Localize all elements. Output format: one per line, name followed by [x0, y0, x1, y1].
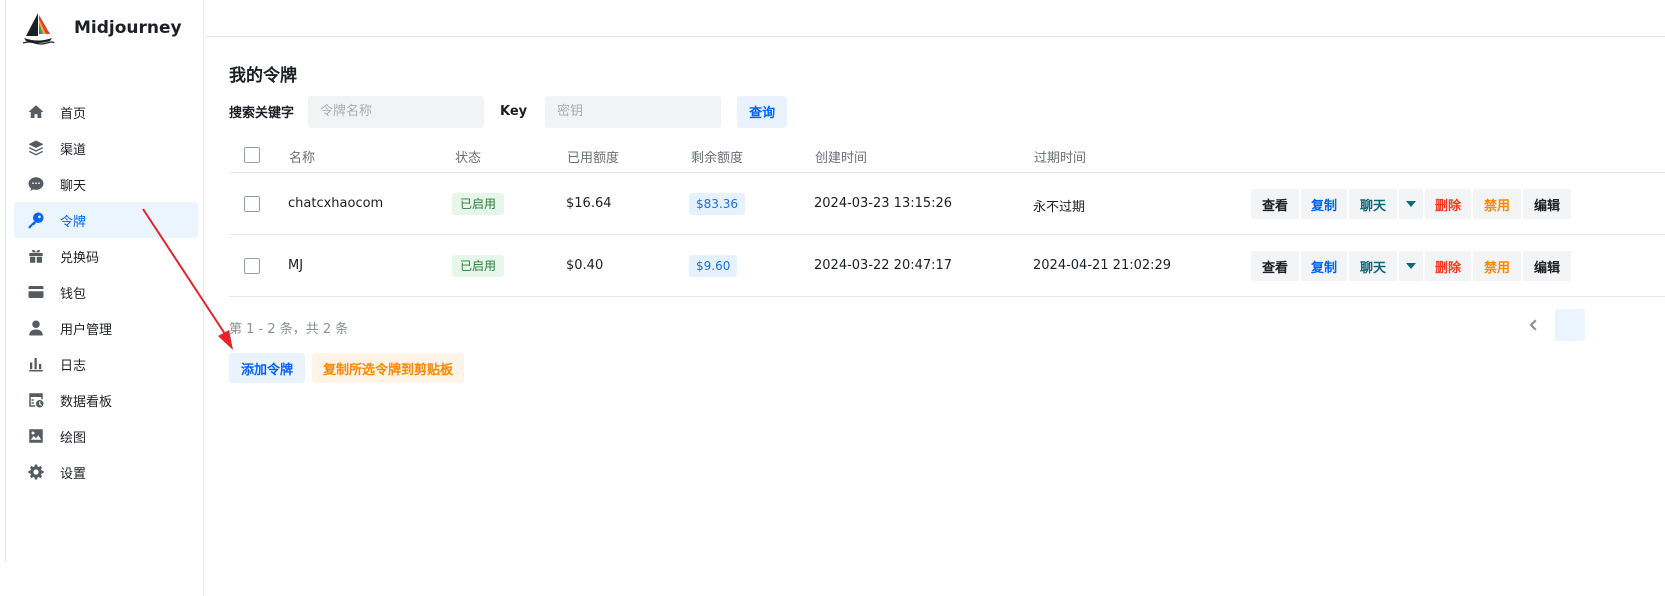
gift-icon — [26, 246, 46, 266]
created-time: 2024-03-22 20:47:17 — [814, 258, 953, 273]
chat-bubble-icon — [26, 174, 46, 194]
column-header-expire-time[interactable]: 过期时间 — [1034, 147, 1086, 166]
sidebar-item-label: 绘图 — [60, 430, 87, 446]
token-name: chatcxhaocom — [288, 196, 384, 211]
chat-dropdown-button[interactable] — [1399, 251, 1423, 281]
token-name-search-input[interactable] — [308, 95, 485, 128]
column-header-used-quota[interactable]: 已用额度 — [567, 147, 619, 166]
chat-dropdown-button[interactable] — [1399, 189, 1423, 219]
column-header-status[interactable]: 状态 — [455, 147, 481, 166]
chevron-left-icon — [1529, 319, 1537, 331]
column-header-name[interactable]: 名称 — [289, 147, 315, 166]
disable-button[interactable]: 禁用 — [1473, 251, 1521, 281]
brand-name: Midjourney — [74, 18, 182, 38]
sidebar-item-label: 设置 — [60, 466, 87, 482]
gear-icon — [26, 462, 46, 482]
layers-icon — [26, 138, 46, 158]
sidebar-nav: 首页 渠道 聊天 令牌 兑换码 钱包 用户管理 日志 数据看板 绘图 设置 — [14, 94, 198, 490]
remaining-quota-badge: $9.60 — [689, 255, 738, 277]
brand[interactable]: Midjourney — [20, 10, 182, 46]
pagination-summary: 第 1 - 2 条，共 2 条 — [229, 322, 349, 337]
copy-selected-tokens-button[interactable]: 复制所选令牌到剪贴板 — [312, 353, 465, 383]
add-token-button[interactable]: 添加令牌 — [229, 353, 306, 383]
pagination-current-page[interactable] — [1555, 309, 1585, 341]
table-row[interactable]: MJ 已启用 $0.40 $9.60 2024-03-22 20:47:17 2… — [229, 235, 1665, 297]
copy-button[interactable]: 复制 — [1301, 189, 1347, 219]
view-button[interactable]: 查看 — [1251, 251, 1299, 281]
table-row[interactable]: chatcxhaocom 已启用 $16.64 $83.36 2024-03-2… — [229, 173, 1665, 235]
key-icon — [26, 210, 46, 230]
pagination-prev-button[interactable] — [1523, 315, 1543, 335]
sidebar-item-label: 首页 — [60, 106, 87, 122]
edit-button[interactable]: 编辑 — [1523, 189, 1571, 219]
sidebar-item-label: 数据看板 — [60, 394, 113, 410]
dashboard-icon — [26, 390, 46, 410]
sidebar-item-label: 渠道 — [60, 142, 87, 158]
chat-button[interactable]: 聊天 — [1349, 189, 1397, 219]
sidebar-item-logs[interactable]: 日志 — [14, 346, 198, 382]
credit-card-icon — [26, 282, 46, 302]
sidebar-item-redeem-codes[interactable]: 兑换码 — [14, 238, 198, 274]
bar-chart-icon — [26, 354, 46, 374]
caret-down-icon — [1406, 263, 1416, 269]
tokens-table: 名称 状态 已用额度 剩余额度 创建时间 过期时间 chatcxhaocom 已… — [229, 137, 1665, 297]
sidebar-item-tokens[interactable]: 令牌 — [14, 202, 198, 238]
top-bar — [205, 0, 1665, 37]
edit-button[interactable]: 编辑 — [1523, 251, 1571, 281]
user-icon — [26, 318, 46, 338]
used-quota: $16.64 — [566, 196, 612, 211]
keyword-label: 搜索关键字 — [229, 106, 295, 121]
key-search-input[interactable] — [545, 95, 722, 128]
sidebar: Midjourney 首页 渠道 聊天 令牌 兑换码 钱包 用户管理 日志 数据… — [6, 0, 204, 596]
status-badge: 已启用 — [452, 255, 505, 277]
created-time: 2024-03-23 13:15:26 — [814, 196, 953, 211]
sidebar-item-chat[interactable]: 聊天 — [14, 166, 198, 202]
disable-button[interactable]: 禁用 — [1473, 189, 1521, 219]
sidebar-item-drawing[interactable]: 绘图 — [14, 418, 198, 454]
token-name: MJ — [288, 258, 304, 273]
status-badge: 已启用 — [452, 193, 505, 215]
table-header: 名称 状态 已用额度 剩余额度 创建时间 过期时间 — [229, 137, 1665, 173]
main-content: 我的令牌 搜索关键字 Key 查询 名称 状态 已用额度 剩余额度 创建时间 过… — [205, 37, 1665, 596]
column-header-created-time[interactable]: 创建时间 — [815, 147, 867, 166]
delete-button[interactable]: 删除 — [1425, 251, 1471, 281]
column-header-remaining-quota[interactable]: 剩余额度 — [691, 147, 743, 166]
sidebar-item-wallet[interactable]: 钱包 — [14, 274, 198, 310]
row-checkbox[interactable] — [244, 258, 260, 274]
app-root: Midjourney 首页 渠道 聊天 令牌 兑换码 钱包 用户管理 日志 数据… — [0, 0, 1665, 596]
sidebar-item-home[interactable]: 首页 — [14, 94, 198, 130]
sidebar-item-label: 令牌 — [60, 214, 87, 230]
home-icon — [26, 102, 46, 122]
page-title: 我的令牌 — [229, 66, 297, 86]
key-label: Key — [500, 104, 528, 119]
sidebar-item-label: 兑换码 — [60, 250, 100, 266]
query-button[interactable]: 查询 — [737, 95, 788, 128]
sidebar-item-label: 日志 — [60, 358, 87, 374]
chat-button[interactable]: 聊天 — [1349, 251, 1397, 281]
sidebar-item-channels[interactable]: 渠道 — [14, 130, 198, 166]
row-actions: 查看 复制 聊天 删除 禁用 编辑 — [1251, 251, 1573, 281]
sidebar-item-settings[interactable]: 设置 — [14, 454, 198, 490]
sidebar-item-label: 聊天 — [60, 178, 87, 194]
sidebar-item-dashboard[interactable]: 数据看板 — [14, 382, 198, 418]
image-icon — [26, 426, 46, 446]
select-all-checkbox[interactable] — [244, 147, 260, 163]
remaining-quota-badge: $83.36 — [689, 193, 745, 215]
sidebar-item-user-management[interactable]: 用户管理 — [14, 310, 198, 346]
view-button[interactable]: 查看 — [1251, 189, 1299, 219]
row-actions: 查看 复制 聊天 删除 禁用 编辑 — [1251, 189, 1573, 219]
expire-time: 永不过期 — [1033, 200, 1086, 215]
expire-time: 2024-04-21 21:02:29 — [1033, 258, 1172, 273]
search-bar: 搜索关键字 Key 查询 — [229, 95, 788, 128]
row-checkbox[interactable] — [244, 196, 260, 212]
used-quota: $0.40 — [566, 258, 604, 273]
delete-button[interactable]: 删除 — [1425, 189, 1471, 219]
sidebar-item-label: 用户管理 — [60, 322, 113, 338]
sailboat-logo-icon — [22, 13, 55, 45]
caret-down-icon — [1406, 201, 1416, 207]
sidebar-item-label: 钱包 — [60, 286, 87, 302]
copy-button[interactable]: 复制 — [1301, 251, 1347, 281]
